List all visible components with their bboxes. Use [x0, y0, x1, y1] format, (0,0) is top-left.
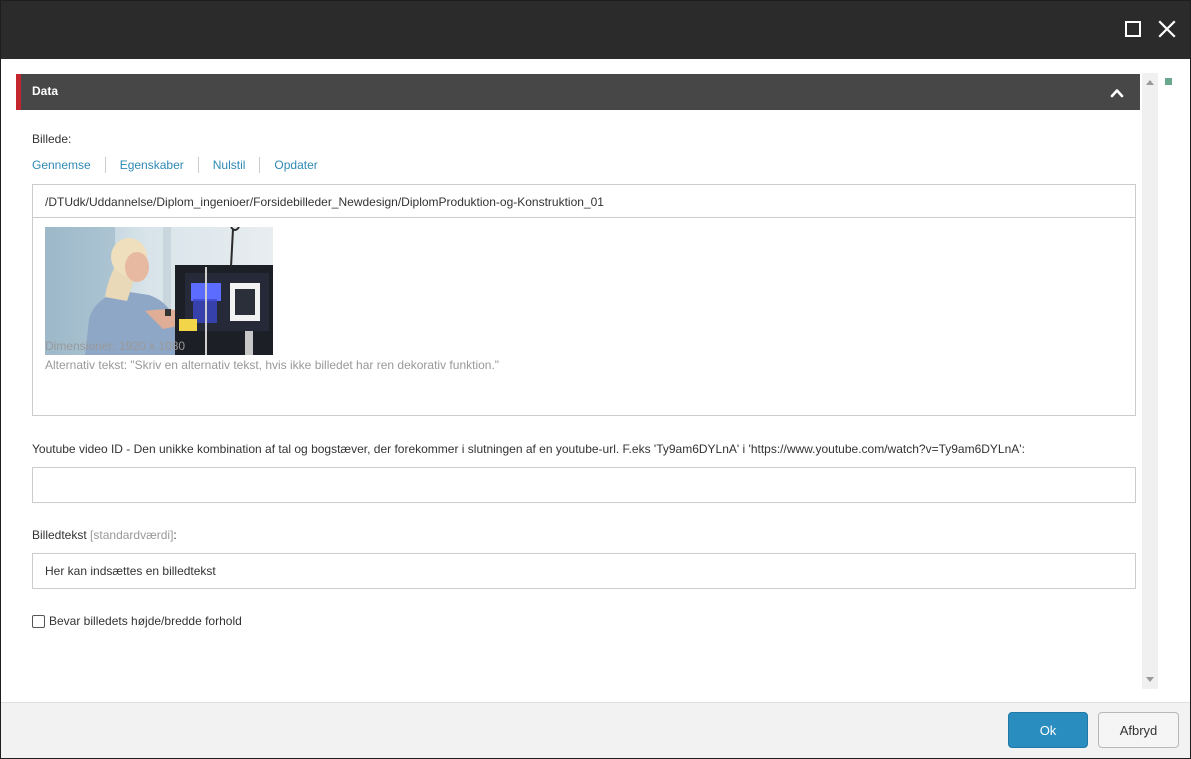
dialog-footer: Ok Afbryd [1, 702, 1190, 758]
reset-link[interactable]: Nulstil [213, 158, 246, 172]
caption-label-suffix: : [173, 528, 177, 542]
chevron-up-icon[interactable] [1110, 86, 1124, 98]
browse-link[interactable]: Gennemse [32, 158, 91, 172]
cancel-button[interactable]: Afbryd [1098, 712, 1179, 748]
section-title: Data [32, 84, 59, 98]
default-value-hint: [standardværdi] [90, 528, 174, 542]
image-thumbnail[interactable] [45, 227, 273, 355]
caption-label-text: Billedtekst [32, 528, 87, 542]
image-actions: Gennemse Egenskaber Nulstil Opdater [32, 157, 318, 173]
close-icon[interactable] [1153, 15, 1181, 43]
image-path: /DTUdk/Uddannelse/Diplom_ingenioer/Forsi… [33, 185, 1135, 218]
maximize-icon[interactable] [1119, 15, 1147, 43]
divider [197, 157, 199, 173]
youtube-id-input[interactable] [32, 467, 1136, 503]
title-bar [1, 1, 1190, 59]
youtube-field-label: Youtube video ID - Den unikke kombinatio… [32, 442, 1025, 456]
scroll-up-icon[interactable] [1146, 80, 1154, 85]
divider [259, 157, 261, 173]
aspect-ratio-checkbox[interactable] [32, 615, 45, 628]
image-alt-text: Alternativ tekst: "Skriv en alternativ t… [45, 358, 500, 372]
dialog-content: Data Billede: Gennemse Egenskaber Nulsti… [1, 59, 1159, 702]
vertical-scrollbar[interactable] [1142, 73, 1158, 689]
aspect-ratio-label: Bevar billedets højde/bredde forhold [49, 614, 242, 628]
dialog-window: Data Billede: Gennemse Egenskaber Nulsti… [0, 0, 1191, 759]
image-preview-box: /DTUdk/Uddannelse/Diplom_ingenioer/Forsi… [32, 184, 1136, 416]
caption-field-label: Billedtekst [standardværdi]: [32, 528, 177, 542]
ok-button[interactable]: Ok [1008, 712, 1088, 748]
update-link[interactable]: Opdater [274, 158, 317, 172]
divider [104, 157, 106, 173]
section-nav-marker[interactable] [1165, 78, 1172, 85]
image-field-label: Billede: [32, 132, 72, 146]
caption-input[interactable] [32, 553, 1136, 589]
properties-link[interactable]: Egenskaber [120, 158, 184, 172]
scroll-down-icon[interactable] [1146, 677, 1154, 682]
image-dimensions: Dimensioner: 1920 x 1080 [45, 339, 186, 353]
section-header[interactable]: Data [16, 74, 1140, 110]
